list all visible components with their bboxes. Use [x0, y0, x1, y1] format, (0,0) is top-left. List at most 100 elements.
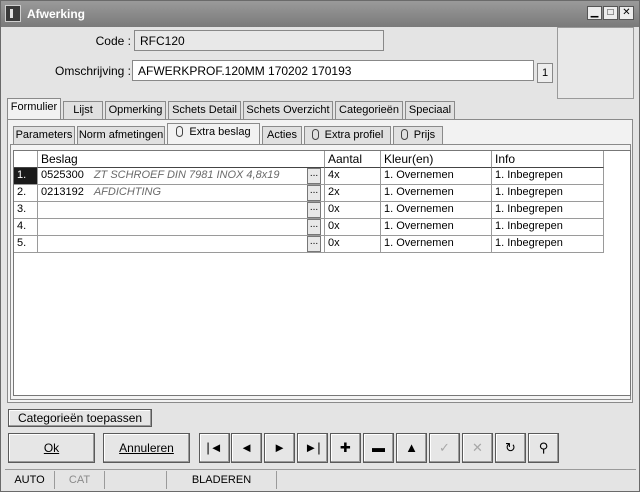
search-icon: ⚲	[538, 440, 549, 455]
beslag-code: 0525300	[41, 169, 84, 181]
grid-header-row: Beslag Aantal Kleur(en) Info	[14, 151, 604, 168]
up-icon: ▲	[405, 440, 418, 455]
sub-tab-label: Extra beslag	[189, 126, 251, 138]
annuleren-button-label: Annuleren	[119, 441, 174, 455]
image-preview[interactable]	[557, 27, 634, 99]
aantal-cell[interactable]: 0x	[325, 236, 381, 253]
add-record-button[interactable]: ✚	[330, 433, 361, 463]
main-tab-4[interactable]: Schets Overzicht	[243, 101, 333, 119]
beslag-lookup-button[interactable]: ...	[307, 219, 321, 235]
table-row[interactable]: 3.... 0x 1. Overnemen 1. Inbegrepen	[14, 202, 604, 219]
table-row[interactable]: 2. 0213192 AFDICHTING... 2x 1. Overnemen 1. I…	[14, 185, 604, 202]
status-empty	[105, 471, 167, 489]
sub-tab-0[interactable]: Parameters	[13, 126, 75, 144]
previous-record-button[interactable]: ◄	[231, 433, 262, 463]
main-tab-3[interactable]: Schets Detail	[168, 101, 241, 119]
beslag-cell[interactable]: ...	[38, 236, 325, 253]
sub-tab-5[interactable]: Prijs	[393, 126, 443, 144]
search-button[interactable]: ⚲	[528, 433, 559, 463]
row-index[interactable]: 1.	[14, 168, 38, 185]
info-cell[interactable]: 1. Inbegrepen	[492, 236, 604, 253]
row-index[interactable]: 2.	[14, 185, 38, 202]
info-cell[interactable]: 1. Inbegrepen	[492, 168, 604, 185]
ok-button-label: Ok	[43, 441, 60, 455]
kleur-cell[interactable]: 1. Overnemen	[381, 236, 492, 253]
main-tab-1[interactable]: Lijst	[63, 101, 103, 119]
code-label: Code :	[95, 34, 131, 48]
sub-tab-label: Prijs	[413, 129, 436, 141]
beslag-lookup-button[interactable]: ...	[307, 185, 321, 201]
delete-record-button[interactable]: ▬	[363, 433, 394, 463]
aantal-cell[interactable]: 4x	[325, 168, 381, 185]
table-row[interactable]: 4.... 0x 1. Overnemen 1. Inbegrepen	[14, 219, 604, 236]
confirm-icon: ✓	[439, 440, 450, 455]
beslag-cell[interactable]: 0525300 ZT SCHROEF DIN 7981 INOX 4,8x19..…	[38, 168, 325, 185]
table-row[interactable]: 5.... 0x 1. Overnemen 1. Inbegrepen	[14, 236, 604, 253]
last-record-button[interactable]: ►|	[297, 433, 328, 463]
beslag-lookup-button[interactable]: ...	[307, 168, 321, 184]
minimize-icon[interactable]: ▁	[587, 6, 602, 20]
add-record-icon: ✚	[340, 440, 351, 455]
row-index[interactable]: 5.	[14, 236, 38, 253]
header-aantal[interactable]: Aantal	[325, 151, 381, 168]
close-icon[interactable]: ✕	[619, 6, 634, 20]
sub-tab-4[interactable]: Extra profiel	[304, 126, 391, 144]
aantal-cell[interactable]: 0x	[325, 202, 381, 219]
row-index[interactable]: 3.	[14, 202, 38, 219]
first-record-button[interactable]: |◄	[199, 433, 230, 463]
ok-button[interactable]: Ok	[8, 433, 95, 463]
status-bar: AUTO CAT BLADEREN	[5, 469, 636, 489]
kleur-cell[interactable]: 1. Overnemen	[381, 168, 492, 185]
main-tab-5[interactable]: Categorieën	[335, 101, 403, 119]
beslag-cell[interactable]: ...	[38, 219, 325, 236]
table-row[interactable]: 1. 0525300 ZT SCHROEF DIN 7981 INOX 4,8x19…	[14, 168, 604, 185]
main-tab-2[interactable]: Opmerking	[105, 101, 166, 119]
afwerking-window: Afwerking ▁ □ ✕ Code : RFC120 Omschrijvi…	[0, 0, 640, 492]
header-kleur[interactable]: Kleur(en)	[381, 151, 492, 168]
refresh-button[interactable]: ↻	[495, 433, 526, 463]
info-cell[interactable]: 1. Inbegrepen	[492, 202, 604, 219]
sub-tab-label: Norm afmetingen	[78, 129, 164, 141]
omschrijving-field[interactable]: AFWERKPROF.120MM 170202 170193	[132, 60, 534, 81]
status-cat: CAT	[55, 471, 105, 489]
beslag-lookup-button[interactable]: ...	[307, 236, 321, 252]
kleur-cell[interactable]: 1. Overnemen	[381, 219, 492, 236]
sub-tab-3[interactable]: Acties	[262, 126, 302, 144]
cancel-edit-button[interactable]: ✕	[462, 433, 493, 463]
up-button[interactable]: ▲	[396, 433, 427, 463]
info-cell[interactable]: 1. Inbegrepen	[492, 219, 604, 236]
aantal-cell[interactable]: 0x	[325, 219, 381, 236]
confirm-button[interactable]: ✓	[429, 433, 460, 463]
row-index[interactable]: 4.	[14, 219, 38, 236]
first-record-icon: |◄	[206, 440, 223, 455]
previous-record-icon: ◄	[240, 440, 253, 455]
info-cell[interactable]: 1. Inbegrepen	[492, 185, 604, 202]
beslag-lookup-button[interactable]: ...	[307, 202, 321, 218]
header-beslag[interactable]: Beslag	[38, 151, 325, 168]
beslag-description: AFDICHTING	[93, 186, 162, 198]
maximize-icon[interactable]: □	[603, 6, 618, 20]
title-bar[interactable]: Afwerking ▁ □ ✕	[1, 1, 639, 27]
main-tab-6[interactable]: Speciaal	[405, 101, 455, 119]
sub-tab-2[interactable]: Extra beslag	[167, 123, 260, 144]
aantal-cell[interactable]: 2x	[325, 185, 381, 202]
window-title: Afwerking	[27, 7, 86, 21]
kleur-cell[interactable]: 1. Overnemen	[381, 202, 492, 219]
sub-tab-label: Parameters	[15, 129, 73, 141]
count-badge: 1	[537, 63, 553, 83]
annuleren-button[interactable]: Annuleren	[103, 433, 190, 463]
sub-tab-1[interactable]: Norm afmetingen	[77, 126, 165, 144]
categorieen-toepassen-button[interactable]: Categorieën toepassen	[8, 409, 152, 427]
main-tab-0[interactable]: Formulier	[7, 98, 61, 119]
paperclip-icon	[311, 129, 319, 140]
beslag-cell[interactable]: 0213192 AFDICHTING...	[38, 185, 325, 202]
header-index	[14, 151, 38, 168]
next-record-button[interactable]: ►	[264, 433, 295, 463]
beslag-grid: Beslag Aantal Kleur(en) Info 1. 0525300 ZT…	[13, 150, 631, 396]
beslag-cell[interactable]: ...	[38, 202, 325, 219]
kleur-cell[interactable]: 1. Overnemen	[381, 185, 492, 202]
header-info[interactable]: Info	[492, 151, 604, 168]
sub-tab-label: Acties	[267, 129, 297, 141]
delete-record-icon: ▬	[372, 440, 385, 455]
code-field[interactable]: RFC120	[134, 30, 384, 51]
